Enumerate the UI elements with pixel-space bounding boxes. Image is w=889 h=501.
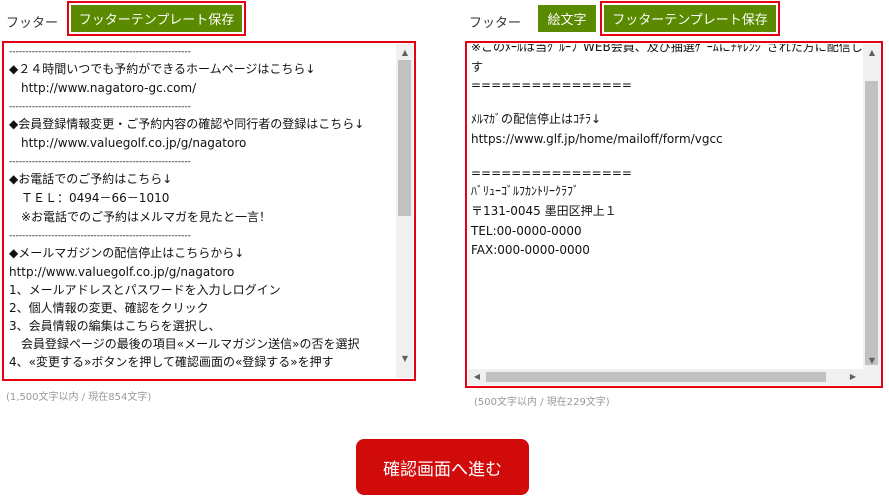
scroll-down-icon[interactable]: ▼ (865, 354, 879, 368)
left-line: ◆会員登録情報変更・ご予約内容の確認や同行者の登録はこちら↓ (9, 117, 365, 131)
left-line: 2、個人情報の変更、確認をクリック (9, 301, 209, 315)
left-vertical-scrollbar[interactable]: ▲ ▼ (396, 44, 413, 378)
right-scroll-thumb[interactable] (865, 81, 878, 365)
left-line: ◆お電話でのご予約はこちら↓ (9, 172, 173, 186)
confirm-screen-button[interactable]: 確認画面へ進む (356, 439, 529, 495)
left-scroll-thumb[interactable] (398, 60, 411, 216)
left-line: ----------------------------------------… (9, 102, 191, 112)
left-line: http://www.nagatoro-gc.com/ (9, 81, 197, 95)
emoji-button[interactable]: 絵文字 (538, 5, 596, 32)
right-line: 〒131-0045 墨田区押上１ (471, 204, 617, 218)
right-line: す (471, 60, 484, 74)
right-line: FAX:000-0000-0000 (471, 243, 590, 257)
left-footer-textarea[interactable]: ----------------------------------------… (5, 44, 413, 378)
scroll-up-icon[interactable]: ▲ (398, 46, 412, 60)
right-line (471, 94, 864, 110)
left-line: ◆２４時間いつでも予約ができるホームページはこちら↓ (9, 62, 316, 76)
left-line: ----------------------------------------… (9, 231, 191, 241)
left-line: ----------------------------------------… (9, 157, 191, 167)
scroll-down-icon[interactable]: ▼ (398, 352, 412, 366)
right-line: ================ (471, 166, 632, 180)
left-template-save-button[interactable]: フッターテンプレート保存 (71, 5, 242, 32)
right-line: ================ (471, 78, 632, 92)
right-vertical-scrollbar[interactable]: ▲ ▼ (863, 44, 880, 385)
left-line: ◆メールマガジンの配信停止はこちらから↓ (9, 246, 245, 260)
right-horizontal-scrollbar[interactable]: ◀ ▶ (468, 369, 863, 385)
right-line: TEL:00-0000-0000 (471, 224, 582, 238)
left-line: ※お電話でのご予約はメルマガを見たと一言！ (9, 210, 272, 224)
right-line: ﾒﾙﾏｶﾞの配信停止はｺﾁﾗ↓ (471, 112, 602, 126)
right-template-save-button[interactable]: フッターテンプレート保存 (604, 5, 776, 32)
left-line: 会員登録ページの最後の項目«メールマガジン送信»の否を選択 (9, 337, 360, 351)
right-line: ﾊﾞﾘｭｰｺﾞﾙﾌｶﾝﾄﾘｰｸﾗﾌﾞ (471, 184, 580, 198)
left-line: 1、メールアドレスとパスワードを入力しログイン (9, 283, 281, 297)
scroll-up-icon[interactable]: ▲ (865, 46, 879, 60)
right-character-counter: (500文字以内 / 現在229文字) (474, 397, 610, 408)
right-footer-label: フッター (469, 16, 522, 31)
left-line: ＴＥＬ：0494－66－1010 (9, 191, 170, 205)
left-character-counter: (1,500文字以内 / 現在854文字) (6, 392, 152, 403)
left-footer-label: フッター (6, 16, 59, 31)
scroll-left-icon[interactable]: ◀ (470, 370, 484, 384)
left-line: http://www.valuegolf.co.jp/g/nagatoro (9, 136, 247, 150)
left-line: ----------------------------------------… (9, 47, 191, 57)
scroll-right-icon[interactable]: ▶ (846, 370, 860, 384)
right-footer-textarea[interactable]: ※このﾒｰﾙは当ｸﾞﾙｰﾌﾟWEB会員、及び抽選ｹﾞｰﾑにﾁｬﾚﾝｼﾞされた方に… (468, 44, 880, 385)
right-line: ※このﾒｰﾙは当ｸﾞﾙｰﾌﾟWEB会員、及び抽選ｹﾞｰﾑにﾁｬﾚﾝｼﾞされた方に… (471, 44, 864, 54)
right-line (471, 148, 864, 164)
left-line: 3、会員情報の編集はこちらを選択し、 (9, 319, 221, 333)
right-line: https://www.glf.jp/home/mailoff/form/vgc… (471, 132, 723, 146)
left-line: http://www.valuegolf.co.jp/g/nagatoro (9, 265, 235, 279)
left-line: 4、«変更する»ボタンを押して確認画面の«登録する»を押す (9, 355, 334, 369)
right-hscroll-thumb[interactable] (486, 372, 826, 382)
